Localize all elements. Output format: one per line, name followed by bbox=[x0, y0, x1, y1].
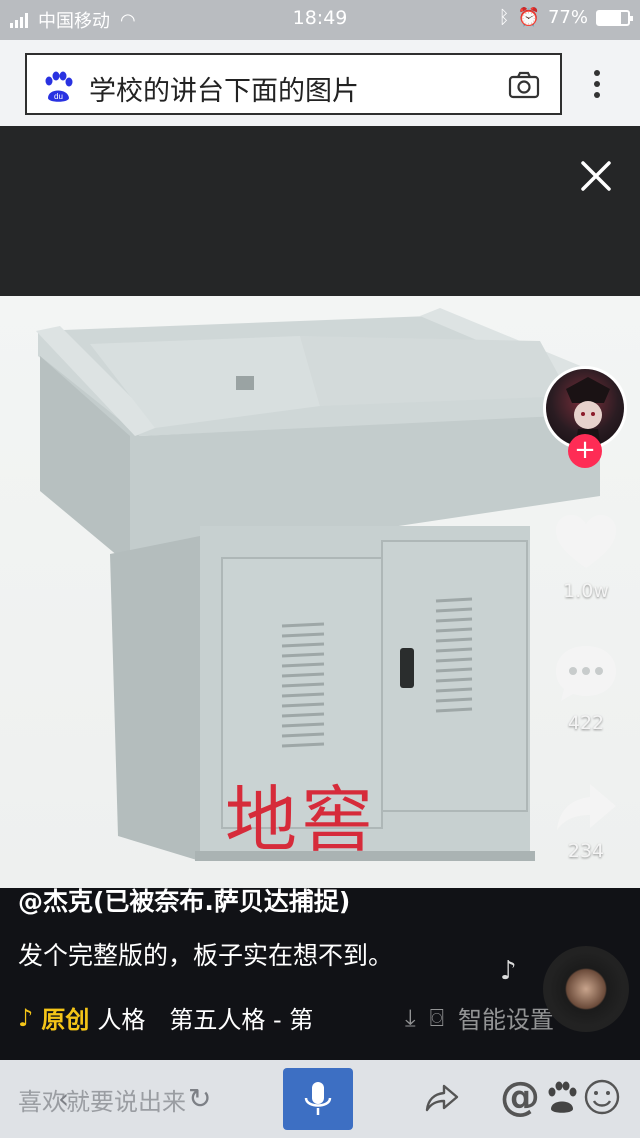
like-button[interactable]: 1.0w bbox=[550, 512, 622, 602]
paw-icon[interactable] bbox=[545, 1080, 579, 1114]
alarm-icon: ⏰ bbox=[517, 7, 540, 28]
emoji-icon[interactable] bbox=[583, 1078, 621, 1116]
share-arrow-icon bbox=[557, 784, 616, 830]
bluetooth-icon: ᛒ bbox=[498, 7, 510, 28]
microphone-icon bbox=[304, 1082, 332, 1115]
status-right: ᛒ ⏰ 77% bbox=[498, 7, 633, 28]
scan-icon: ⌼ bbox=[429, 1003, 445, 1032]
battery-percent: 77% bbox=[547, 7, 588, 28]
search-input[interactable]: du 学校的讲台下面的图片 bbox=[25, 53, 562, 115]
refresh-icon[interactable]: ↻ bbox=[188, 1082, 211, 1115]
floating-note-icon: ♪ bbox=[500, 956, 517, 986]
back-arrow-icon[interactable]: ‹ bbox=[30, 44, 44, 84]
share-button[interactable]: 234 bbox=[550, 780, 622, 862]
nav-back-icon[interactable]: ‹ bbox=[58, 1082, 69, 1115]
comment-button[interactable]: 422 bbox=[550, 642, 622, 734]
music-disc[interactable] bbox=[543, 946, 629, 1032]
music-title: 人格 第五人格 - 第 bbox=[97, 1006, 314, 1034]
close-icon[interactable] bbox=[578, 158, 614, 194]
video-frame[interactable]: 地窖 bbox=[0, 296, 640, 888]
browser-bottom-bar: 喜欢就要说出来 ‹ ↻ @ bbox=[0, 1060, 640, 1138]
smart-settings-overlay[interactable]: ⤓ ⌼ 智能设置 bbox=[405, 1000, 554, 1035]
follow-button[interactable]: + bbox=[568, 434, 602, 468]
camera-icon[interactable] bbox=[508, 70, 540, 100]
comment-bubble-icon bbox=[556, 646, 616, 701]
share-count: 234 bbox=[567, 840, 605, 862]
at-icon[interactable]: @ bbox=[500, 1074, 540, 1120]
heart-icon bbox=[556, 515, 616, 568]
battery-icon bbox=[596, 9, 633, 26]
browser-search-bar: du 学校的讲台下面的图片 bbox=[0, 40, 640, 126]
baidu-paw-icon: du bbox=[45, 71, 73, 102]
voice-button[interactable] bbox=[283, 1068, 353, 1130]
more-menu-icon[interactable] bbox=[588, 70, 606, 100]
comment-count: 422 bbox=[567, 712, 605, 734]
music-note-icon: ♪ bbox=[18, 1003, 34, 1032]
like-count: 1.0w bbox=[563, 580, 609, 602]
video-top-band bbox=[0, 126, 640, 296]
download-icon: ⤓ bbox=[405, 1003, 416, 1032]
watermark-text: 地窖 bbox=[225, 778, 378, 862]
share-icon[interactable] bbox=[424, 1080, 460, 1116]
comment-input[interactable]: 喜欢就要说出来 bbox=[18, 1082, 186, 1117]
post-description: 发个完整版的，板子实在想不到。 bbox=[18, 941, 394, 970]
author-handle[interactable]: @杰克(已被奈布.萨贝达捕捉) bbox=[18, 882, 350, 918]
music-original-label: 原创 bbox=[41, 1006, 90, 1034]
status-bar: 中国移动 ◠ 18:49 ᛒ ⏰ 77% bbox=[0, 0, 640, 40]
smart-settings-label: 智能设置 bbox=[458, 1006, 555, 1034]
svg-text:du: du bbox=[54, 92, 63, 101]
music-ticker[interactable]: ♪ 原创 人格 第五人格 - 第 bbox=[18, 1000, 348, 1035]
search-query: 学校的讲台下面的图片 bbox=[89, 76, 359, 107]
